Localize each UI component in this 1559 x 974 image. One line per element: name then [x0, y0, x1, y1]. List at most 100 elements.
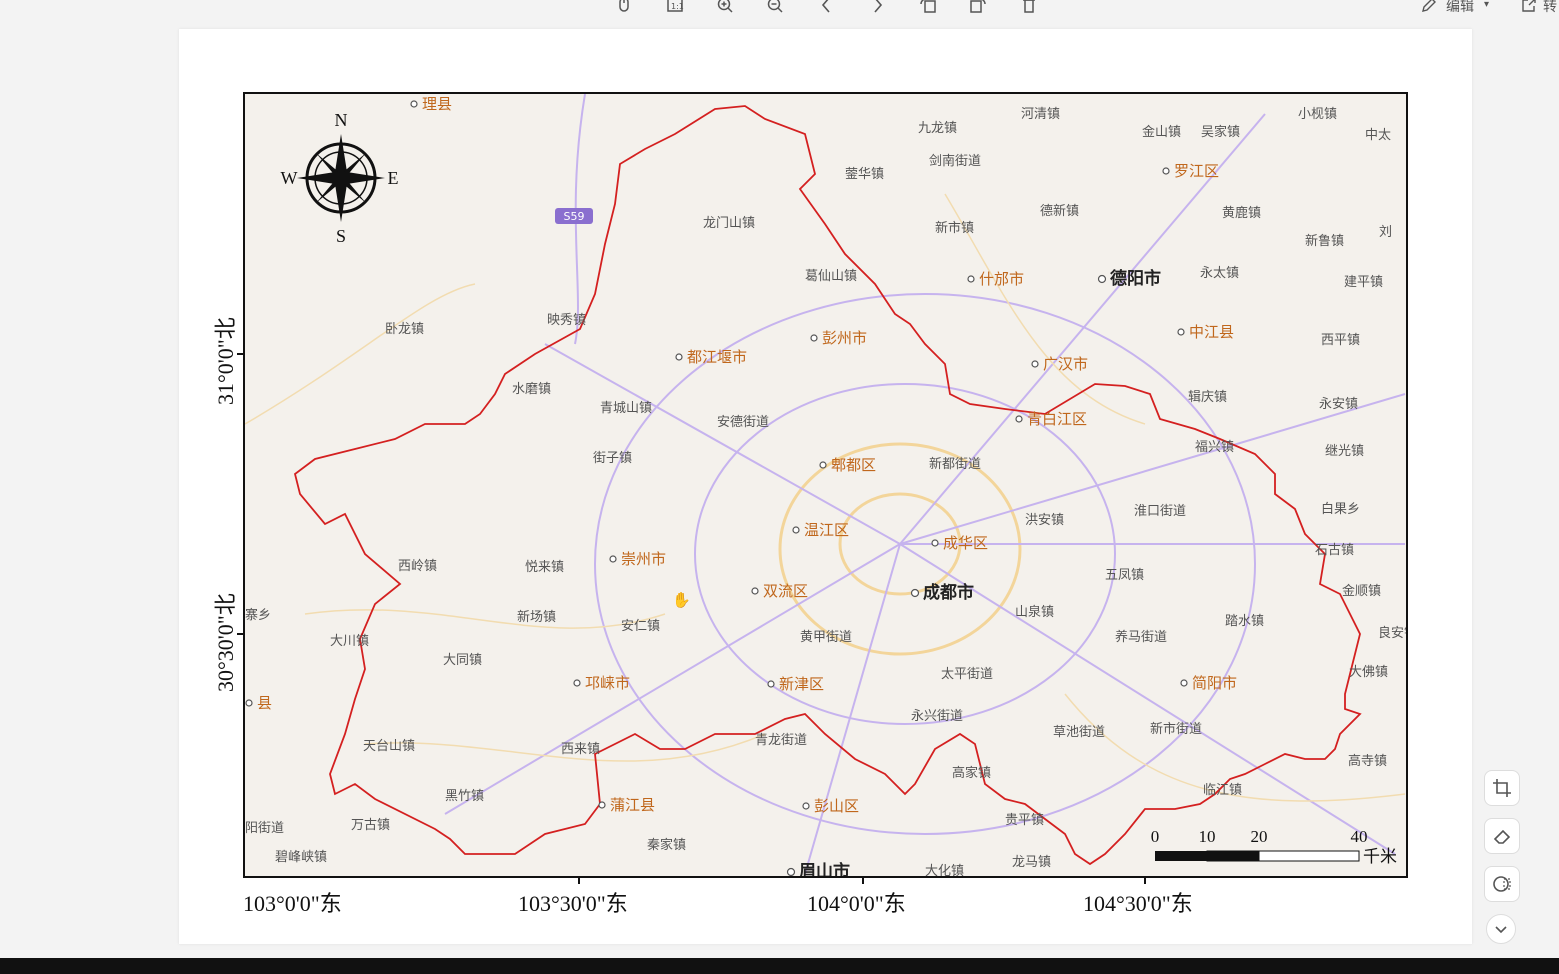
- place-label: 葛仙山镇: [805, 269, 857, 284]
- longitude-label: 104°30'0"东: [1083, 891, 1193, 916]
- place-label: 淮口街道: [1134, 504, 1186, 519]
- bottom-bar: [0, 958, 1559, 974]
- place-label: 河清镇: [1021, 107, 1060, 122]
- rotate-right-icon[interactable]: [965, 0, 991, 16]
- place-marker: [1015, 415, 1023, 423]
- longitude-label: 103°0'0"东: [243, 891, 342, 916]
- place-label: 崇州市: [621, 550, 666, 568]
- mouse-icon[interactable]: [611, 0, 637, 16]
- place-label: 辑庆镇: [1188, 390, 1227, 405]
- place-label: 大化镇: [925, 864, 964, 876]
- place-label: 西来镇: [561, 742, 600, 757]
- place-label: 石古镇: [1315, 543, 1354, 558]
- place-label: 什邡市: [979, 270, 1024, 288]
- lon-tick: [862, 878, 864, 884]
- map-view[interactable]: S59 理县 河清镇 九龙镇 金山镇 吴家镇 小枧镇 中太 蓥华镇 剑南街道 罗江区 龙门山镇 德新镇…: [243, 92, 1408, 878]
- rotate-left-icon[interactable]: [915, 0, 941, 16]
- chengdu-boundary: [293, 105, 1362, 866]
- highway-shield: S59: [555, 208, 593, 224]
- viewer-toolbar: 1:1 编辑 ▾ 转: [0, 0, 1559, 22]
- edit-icon[interactable]: [1416, 0, 1442, 16]
- place-label: 龙门山镇: [703, 216, 755, 231]
- compass-north-label: N: [335, 110, 348, 130]
- place-label: 大佛镇: [1349, 665, 1388, 680]
- place-marker: [609, 555, 617, 563]
- place-label: 九龙镇: [918, 121, 957, 136]
- hand-cursor-icon: ✋: [672, 591, 691, 609]
- place-label: 继光镇: [1325, 444, 1364, 459]
- compass-west-label: W: [281, 168, 298, 188]
- chevron-down-icon: [1495, 926, 1507, 934]
- zoom-out-icon[interactable]: [762, 0, 788, 16]
- place-label: 良安镇: [1378, 625, 1406, 641]
- place-marker: [931, 539, 939, 547]
- place-label: 映秀镇: [547, 313, 586, 328]
- svg-text:1:1: 1:1: [671, 2, 684, 11]
- place-label: 理县: [422, 95, 452, 113]
- place-marker: [819, 461, 827, 469]
- place-label: 新都街道: [929, 456, 981, 472]
- next-icon[interactable]: [865, 0, 891, 16]
- place-marker: [1097, 274, 1107, 284]
- place-marker: [802, 802, 810, 810]
- place-label: 黑竹镇: [445, 789, 484, 804]
- place-marker: [910, 588, 920, 598]
- place-label: 碧峰峡镇: [275, 850, 327, 865]
- place-label: 中太: [1365, 128, 1391, 143]
- zoom-in-icon[interactable]: [712, 0, 738, 16]
- place-label: 五凤镇: [1105, 568, 1144, 583]
- scale-tick-label: 20: [1251, 827, 1268, 846]
- place-label: 新市镇: [935, 220, 974, 236]
- place-label: 新津区: [779, 675, 824, 693]
- collapse-button[interactable]: [1486, 914, 1516, 944]
- place-label: 罗江区: [1174, 162, 1219, 180]
- place-label: 阳街道: [245, 821, 284, 836]
- scale-tick-label: 0: [1151, 827, 1160, 846]
- place-marker: [1162, 167, 1170, 175]
- chevron-down-icon[interactable]: ▾: [1484, 0, 1489, 10]
- svg-text:S59: S59: [564, 210, 585, 223]
- place-label: 福兴镇: [1195, 440, 1234, 455]
- place-marker: [573, 679, 581, 687]
- place-label: 眉山市: [799, 861, 850, 876]
- place-label: 青城山镇: [600, 401, 652, 416]
- place-label: 卧龙镇: [385, 322, 424, 337]
- place-marker: [410, 100, 418, 108]
- place-label: 刘: [1379, 225, 1392, 240]
- longitude-label: 103°30'0"东: [518, 891, 628, 916]
- place-marker: [245, 699, 253, 707]
- export-menu[interactable]: 转: [1543, 0, 1557, 16]
- local-roads: [245, 193, 1406, 802]
- shape-button[interactable]: [1484, 866, 1520, 902]
- eraser-icon: [1493, 829, 1511, 844]
- place-label: 县: [257, 694, 272, 712]
- actual-size-icon[interactable]: 1:1: [662, 0, 688, 16]
- place-labels: 理县河清镇九龙镇 金山镇 吴家镇 小枧镇中太蓥华镇 剑南街道罗江区龙门山镇 德新镇 黄鹿镇新…: [245, 95, 1406, 876]
- scale-bar: 0 10 20 40 千米: [1151, 827, 1397, 867]
- scale-tick-label: 40: [1351, 827, 1368, 846]
- delete-icon[interactable]: [1016, 0, 1042, 16]
- eraser-button[interactable]: [1484, 818, 1520, 854]
- place-label: 德阳市: [1110, 268, 1161, 289]
- place-marker: [786, 867, 796, 876]
- place-label: 永安镇: [1319, 397, 1358, 412]
- place-label: 踏水镇: [1225, 614, 1264, 629]
- place-label: 青龙街道: [755, 733, 807, 748]
- place-label: 太平街道: [941, 667, 993, 682]
- place-label: 养马街道: [1115, 629, 1167, 645]
- edit-menu[interactable]: 编辑: [1446, 0, 1474, 16]
- place-label: 洪安镇: [1025, 513, 1064, 528]
- place-marker: [1177, 328, 1185, 336]
- prev-icon[interactable]: [813, 0, 839, 16]
- place-label: 高家镇: [952, 765, 991, 781]
- place-label: 成华区: [943, 534, 988, 552]
- place-label: 白果乡: [1321, 501, 1360, 517]
- place-marker: [675, 353, 683, 361]
- place-label: 简阳市: [1192, 674, 1237, 692]
- export-icon[interactable]: [1516, 0, 1542, 16]
- place-label: 贵平镇: [1005, 813, 1044, 828]
- place-label: 蓥华镇: [845, 167, 884, 182]
- place-label: 街子镇: [593, 451, 632, 466]
- place-label: 永兴街道: [911, 709, 963, 724]
- crop-button[interactable]: [1484, 770, 1520, 806]
